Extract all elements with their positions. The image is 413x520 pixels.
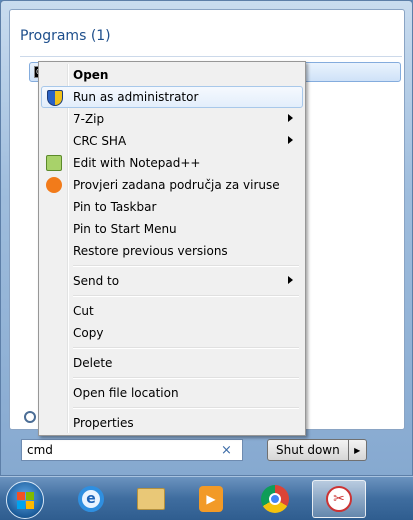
taskbar-internet-explorer[interactable]: e bbox=[64, 480, 118, 518]
submenu-arrow-icon bbox=[288, 114, 293, 122]
menu-item-edit-with-notepad[interactable]: Edit with Notepad++ bbox=[41, 152, 303, 174]
taskbar-snipping-tool[interactable]: ✂ bbox=[312, 480, 366, 518]
shutdown-button[interactable]: Shut down bbox=[267, 439, 349, 461]
menu-item-copy[interactable]: Copy bbox=[41, 322, 303, 344]
menu-separator bbox=[41, 262, 303, 270]
menu-item-label: Properties bbox=[73, 416, 134, 430]
programs-heading: Programs (1) bbox=[20, 28, 111, 44]
shutdown-group: Shut down ▶ bbox=[267, 439, 367, 461]
menu-item-run-as-administrator[interactable]: Run as administrator bbox=[41, 86, 303, 108]
menu-separator bbox=[41, 292, 303, 300]
menu-separator bbox=[41, 404, 303, 412]
menu-separator bbox=[41, 374, 303, 382]
shield-icon bbox=[47, 90, 63, 106]
magnifier-icon bbox=[24, 411, 36, 423]
menu-item-label: 7-Zip bbox=[73, 112, 105, 126]
taskbar-windows-explorer[interactable] bbox=[124, 480, 178, 518]
menu-separator bbox=[41, 344, 303, 352]
menu-item-label: Restore previous versions bbox=[73, 244, 228, 258]
snipping-tool-icon: ✂ bbox=[326, 486, 352, 512]
menu-item-label: Open file location bbox=[73, 386, 179, 400]
taskbar-google-chrome[interactable] bbox=[248, 480, 302, 518]
menu-item-open[interactable]: Open bbox=[41, 64, 303, 86]
context-menu: Open Run as administrator 7-Zip CRC SHA … bbox=[38, 61, 306, 436]
menu-item-label: Run as administrator bbox=[73, 90, 199, 104]
menu-item-cut[interactable]: Cut bbox=[41, 300, 303, 322]
search-box[interactable]: × bbox=[21, 439, 243, 461]
menu-item-pin-to-taskbar[interactable]: Pin to Taskbar bbox=[41, 196, 303, 218]
submenu-arrow-icon bbox=[288, 136, 293, 144]
menu-item-label: Edit with Notepad++ bbox=[73, 156, 201, 170]
windows-flag-icon bbox=[16, 491, 34, 509]
menu-item-properties[interactable]: Properties bbox=[41, 412, 303, 434]
menu-item-open-file-location[interactable]: Open file location bbox=[41, 382, 303, 404]
shutdown-options-arrow-icon[interactable]: ▶ bbox=[348, 439, 367, 461]
menu-item-delete[interactable]: Delete bbox=[41, 352, 303, 374]
menu-item-label: Open bbox=[73, 68, 109, 82]
menu-item-label: CRC SHA bbox=[73, 134, 127, 148]
avast-icon bbox=[46, 177, 62, 193]
taskbar-media-player[interactable]: ▶ bbox=[184, 480, 238, 518]
menu-item-label: Provjeri zadana područja za viruse bbox=[73, 178, 280, 192]
menu-item-label: Send to bbox=[73, 274, 120, 288]
menu-item-pin-to-start-menu[interactable]: Pin to Start Menu bbox=[41, 218, 303, 240]
notepad-plus-plus-icon bbox=[46, 155, 62, 171]
menu-item-label: Pin to Start Menu bbox=[73, 222, 177, 236]
menu-item-label: Cut bbox=[73, 304, 94, 318]
internet-explorer-icon: e bbox=[78, 486, 104, 512]
menu-item-send-to[interactable]: Send to bbox=[41, 270, 303, 292]
search-input[interactable] bbox=[27, 443, 217, 457]
start-orb[interactable] bbox=[6, 481, 44, 519]
menu-item-label: Delete bbox=[73, 356, 113, 370]
menu-item-label: Pin to Taskbar bbox=[73, 200, 157, 214]
menu-item-label: Copy bbox=[73, 326, 104, 340]
menu-item-7zip[interactable]: 7-Zip bbox=[41, 108, 303, 130]
media-player-icon: ▶ bbox=[199, 486, 223, 512]
folder-icon bbox=[137, 488, 165, 510]
submenu-arrow-icon bbox=[288, 276, 293, 284]
clear-search-icon[interactable]: × bbox=[221, 443, 232, 458]
menu-item-avast-scan[interactable]: Provjeri zadana područja za viruse bbox=[41, 174, 303, 196]
taskbar: e ▶ ✂ bbox=[0, 476, 413, 520]
heading-divider bbox=[20, 56, 402, 57]
menu-item-restore-previous-versions[interactable]: Restore previous versions bbox=[41, 240, 303, 262]
menu-item-crc-sha[interactable]: CRC SHA bbox=[41, 130, 303, 152]
chrome-icon bbox=[261, 485, 289, 513]
